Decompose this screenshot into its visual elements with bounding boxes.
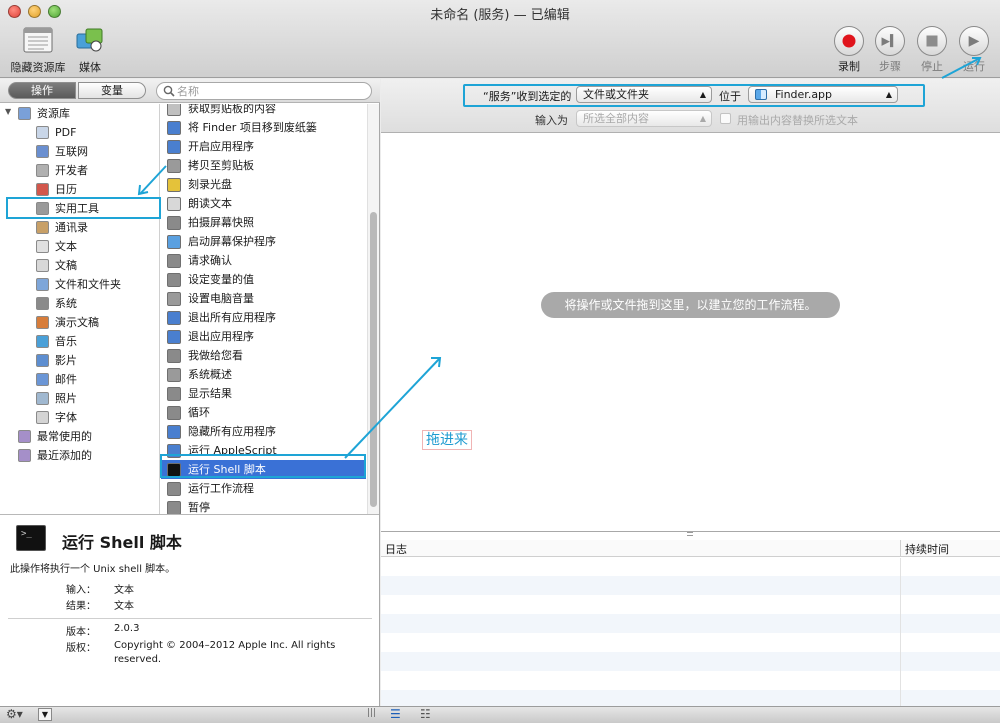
gear-icon[interactable]: ⚙▾ xyxy=(6,707,23,721)
category-arrow xyxy=(139,165,167,195)
selected-action-highlight xyxy=(160,454,366,478)
pane-resize-handle[interactable]: ||| xyxy=(367,708,376,718)
drag-arrow xyxy=(344,357,441,459)
selected-category-highlight xyxy=(6,197,161,219)
chevron-down-icon[interactable]: ▼ xyxy=(38,708,52,721)
annotation-arrows xyxy=(6,165,442,478)
list-view-icon[interactable]: ☰ xyxy=(390,707,401,721)
bottom-bar: ⚙▾ ▼ ||| ☰ ☷ xyxy=(0,706,1000,723)
flow-view-icon[interactable]: ☷ xyxy=(420,707,431,721)
